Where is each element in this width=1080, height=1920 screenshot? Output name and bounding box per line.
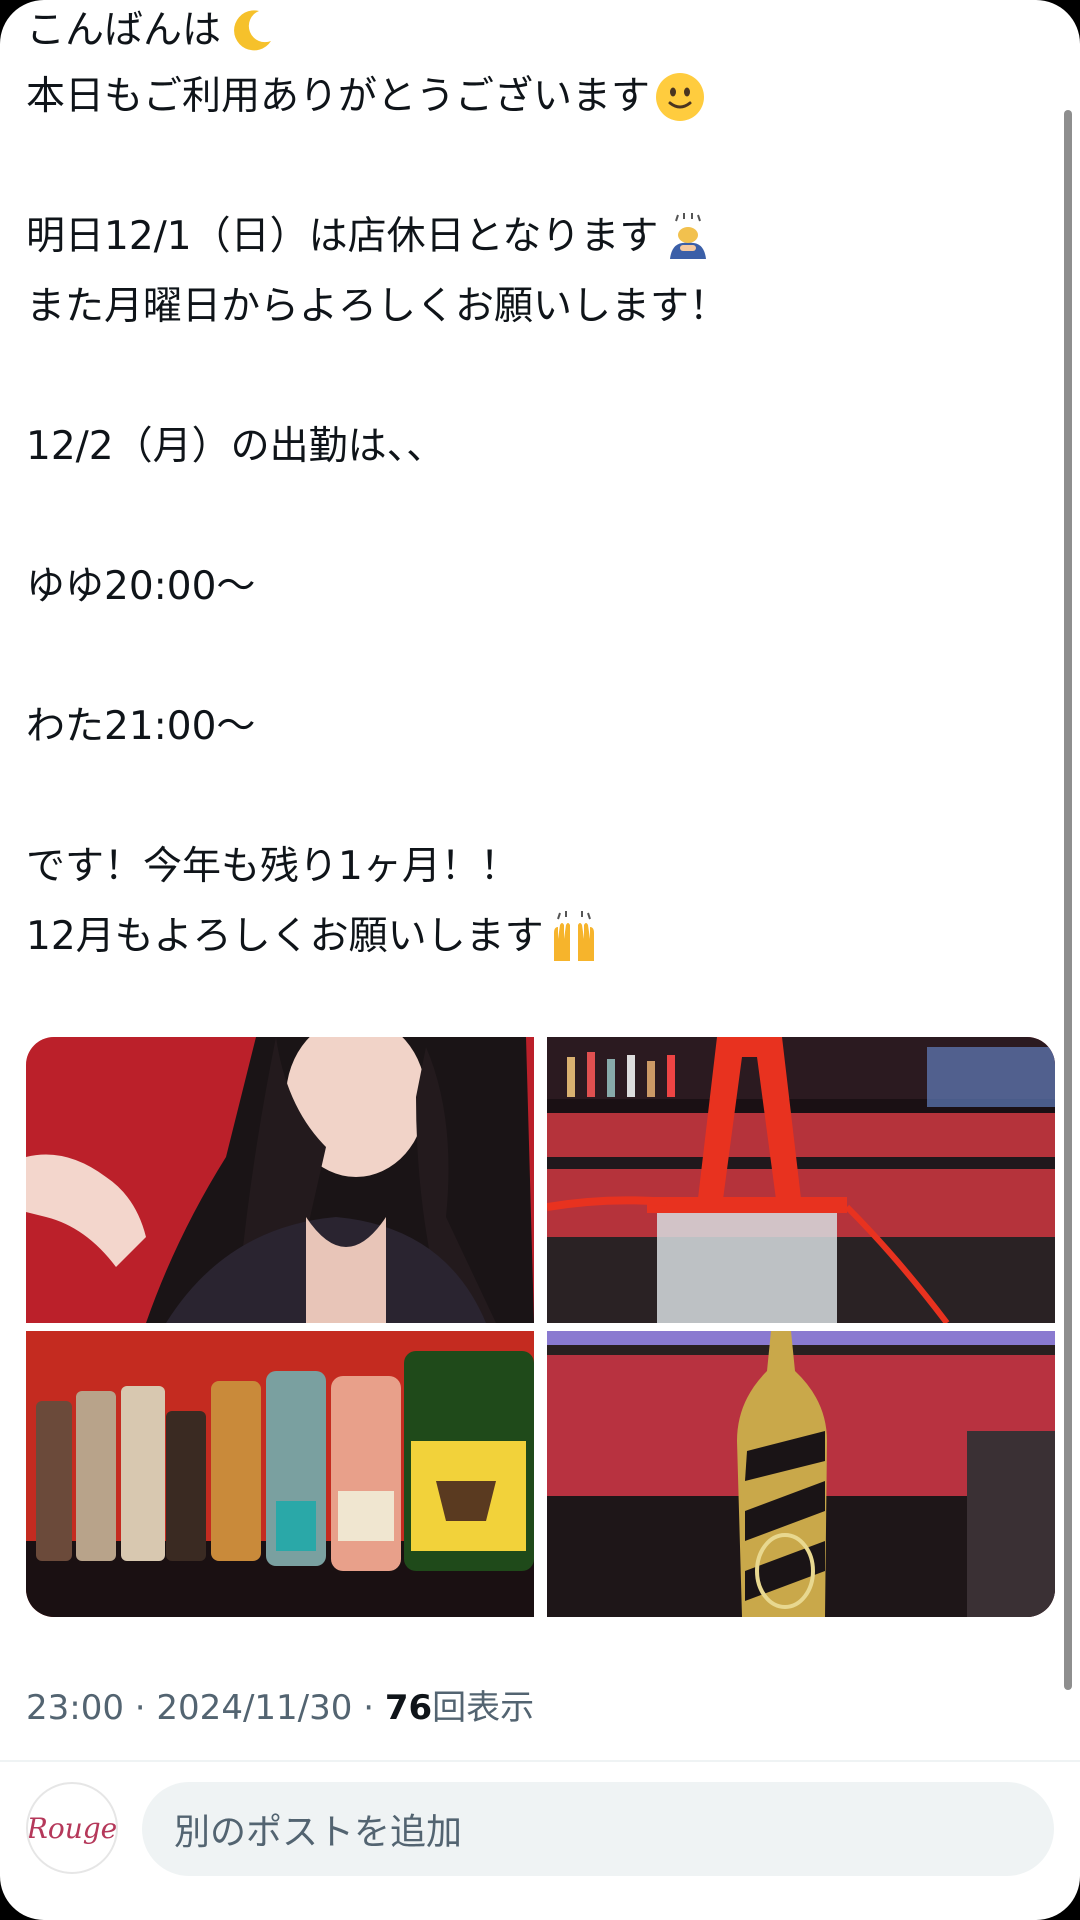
post-line: 明日12/1（日）は店休日となります	[26, 202, 1026, 272]
divider	[0, 1760, 1080, 1762]
post-line-text: わた21:00〜	[26, 704, 256, 749]
post-line-text: こんばんは	[26, 8, 222, 53]
slightly-smiling-face-icon	[656, 73, 705, 121]
views-count[interactable]: 76	[385, 1688, 432, 1728]
post-date: 2024/11/30	[156, 1688, 353, 1728]
post-meta: 23:00 · 2024/11/30 · 76回表示	[26, 1680, 534, 1729]
post-time: 23:00	[26, 1688, 124, 1728]
add-post-placeholder: 別のポストを追加	[174, 1812, 463, 1853]
post-line-text: 12月もよろしくお願いします	[26, 914, 544, 959]
post-line: 12月もよろしくお願いします	[26, 902, 1026, 972]
post-line-empty	[26, 342, 1026, 412]
avatar-logo-text: Rouge	[26, 1811, 118, 1845]
post-line: また月曜日からよろしくお願いします！	[26, 272, 1026, 342]
meta-separator: ·	[134, 1688, 146, 1728]
post-line-text: です！今年も残り1ヶ月！！	[26, 844, 519, 889]
post-line-empty	[26, 622, 1026, 692]
meta-separator: ·	[363, 1688, 375, 1728]
media-grid	[26, 1037, 1055, 1617]
post-line-text: また月曜日からよろしくお願いします！	[26, 284, 729, 329]
views-label[interactable]: 回表示	[432, 1688, 534, 1728]
avatar[interactable]: Rouge	[26, 1782, 118, 1874]
post-line: こんばんは	[26, 0, 1026, 62]
crescent-moon-icon	[234, 10, 272, 51]
post-line-empty	[26, 132, 1026, 202]
post-line-empty	[26, 762, 1026, 832]
post-line: わた21:00〜	[26, 692, 1026, 762]
scrollbar[interactable]	[1064, 110, 1072, 1690]
post-line: です！今年も残り1ヶ月！！	[26, 832, 1026, 902]
post-line-text: 12/2（月）の出勤は、、	[26, 424, 446, 469]
post-line-text: ゆゆ20:00〜	[26, 564, 256, 609]
post-detail-screen: こんばんは 本日もご利用ありがとうございます 明日12/1（日）は店休日となりま…	[0, 0, 1080, 1920]
photo-champagne-bottle[interactable]	[547, 1331, 1055, 1617]
post-line: 本日もご利用ありがとうございます	[26, 62, 1026, 132]
photo-woman-portrait[interactable]	[26, 1037, 534, 1323]
post-body: こんばんは 本日もご利用ありがとうございます 明日12/1（日）は店休日となりま…	[26, 0, 1026, 972]
post-line-empty	[26, 482, 1026, 552]
post-line: ゆゆ20:00〜	[26, 552, 1026, 622]
raising-hands-icon	[553, 911, 594, 961]
post-line: 12/2（月）の出勤は、、	[26, 412, 1026, 482]
person-bowing-icon	[670, 213, 707, 259]
post-line-text: 本日もご利用ありがとうございます	[26, 74, 651, 119]
add-post-input[interactable]: 別のポストを追加	[142, 1782, 1054, 1876]
photo-whisky-bottles[interactable]	[26, 1331, 534, 1617]
post-line-text: 明日12/1（日）は店休日となります	[26, 214, 659, 259]
photo-bar-hookah[interactable]	[547, 1037, 1055, 1323]
